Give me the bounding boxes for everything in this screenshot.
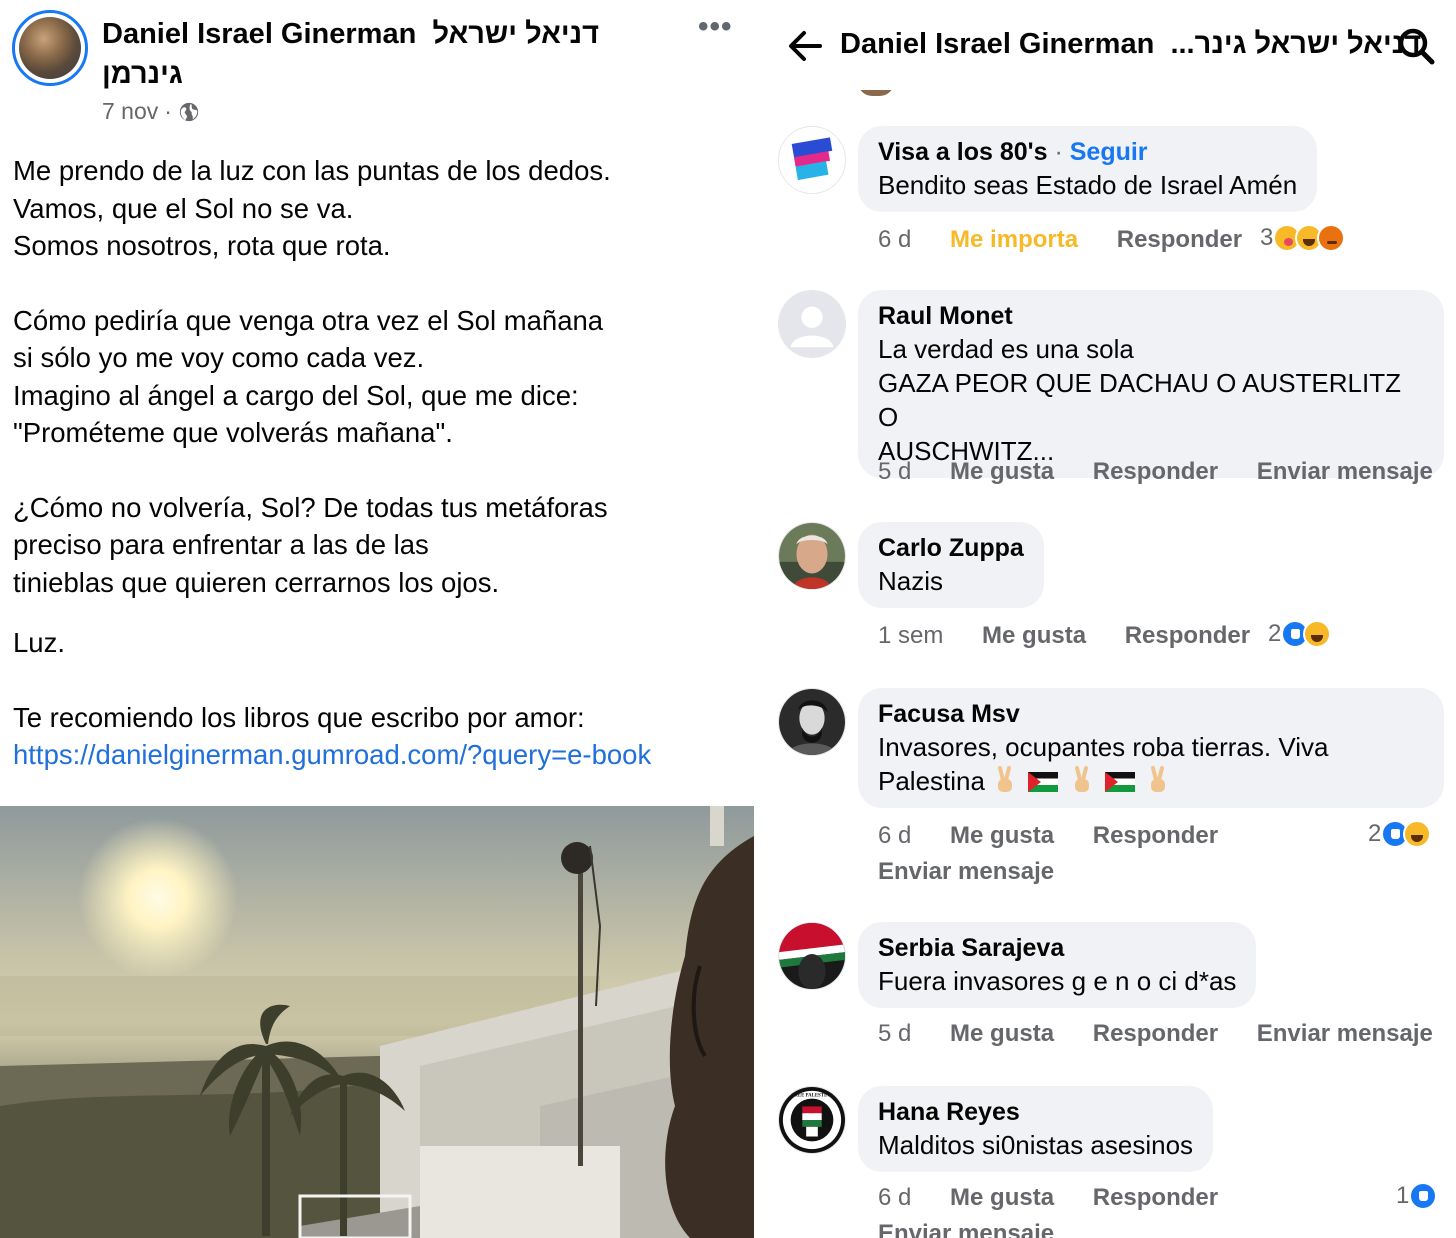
commenter-avatar[interactable] (778, 922, 846, 990)
comment-time[interactable]: 1 sem (878, 622, 943, 650)
comment-text: Fuera invasores g e n o ci d*as (878, 966, 1237, 996)
reaction-summary[interactable]: 1 (1396, 1182, 1438, 1210)
haha-reaction-icon (1303, 620, 1332, 648)
post-body: Me prendo de la luz con las puntas de lo… (13, 152, 743, 774)
comments-panel: Daniel Israel Ginerman דניאל ישראל גינר.… (766, 0, 1456, 1238)
comment-bubble: Serbia Sarajeva Fuera invasores g e n o … (858, 922, 1257, 1008)
comment-actions: 5 d Me gusta Responder Enviar mensaje (878, 1020, 1456, 1048)
arrow-left-icon[interactable] (784, 24, 828, 68)
reply-button[interactable]: Responder (1093, 1020, 1218, 1048)
haha-reaction-icon (1403, 820, 1432, 848)
comment-actions: 6 d Me gusta Responder (878, 1184, 1250, 1212)
like-button[interactable]: Me gusta (982, 622, 1086, 650)
comment-actions-secondary: Enviar mensaje (878, 858, 1086, 886)
reply-button[interactable]: Responder (1117, 226, 1242, 254)
like-button[interactable]: Me gusta (950, 458, 1054, 486)
comment-actions-secondary: Enviar mensaje (878, 1220, 1086, 1238)
reaction-summary[interactable]: 3 (1260, 224, 1346, 252)
commenter-name[interactable]: Hana Reyes (878, 1096, 1193, 1128)
post-date[interactable]: 7 nov (102, 98, 158, 125)
palestine-flag-icon (1104, 772, 1135, 792)
post-link[interactable]: https://danielginerman.gumroad.com/?quer… (13, 736, 743, 774)
post-paragraph: Luz. (13, 627, 65, 658)
header-bar: Daniel Israel Ginerman דניאל ישראל גינר.… (766, 0, 1456, 90)
like-reaction-icon (1409, 1182, 1438, 1210)
comment-text: Nazis (878, 566, 944, 596)
reply-button[interactable]: Responder (1093, 458, 1218, 486)
comment-time[interactable]: 5 d (878, 1020, 911, 1048)
comment-time[interactable]: 5 d (878, 458, 911, 486)
avatar-text: FREE PALESTINE (791, 1094, 832, 1099)
comment-actions: 6 d Me gusta Responder (878, 822, 1250, 850)
comment-bubble: Visa a los 80's · Seguir Bendito seas Es… (858, 126, 1318, 212)
author-avatar[interactable] (12, 10, 88, 86)
like-button[interactable]: Me gusta (950, 822, 1054, 850)
commenter-avatar[interactable] (778, 522, 846, 590)
post-panel: Daniel Israel Ginerman דניאל ישראל גינרמ… (0, 0, 754, 1238)
send-message-button[interactable]: Enviar mensaje (878, 858, 1054, 886)
comment-actions: 6 d Me importa Responder (878, 226, 1274, 254)
like-button[interactable]: Me gusta (950, 1020, 1054, 1048)
comment-text-line: Invasores, ocupantes roba tierras. Viva (878, 732, 1329, 762)
palestine-flag-icon (1028, 772, 1059, 792)
header-title-latin: Daniel Israel Ginerman (840, 28, 1155, 60)
post-author[interactable]: Daniel Israel Ginerman דניאל ישראל גינרמ… (102, 14, 622, 94)
author-name[interactable]: Daniel Israel Ginerman (102, 18, 416, 50)
comment-time[interactable]: 6 d (878, 1184, 911, 1212)
comment-time[interactable]: 6 d (878, 822, 911, 850)
victory-hand-icon (998, 766, 1013, 792)
comment-text: Invasores, ocupantes roba tierras. Viva … (878, 730, 1424, 798)
header-title: Daniel Israel Ginerman דניאל ישראל גינר.… (840, 28, 1421, 61)
comment-bubble: Raul Monet La verdad es una sola GAZA PE… (858, 290, 1444, 478)
reaction-count: 1 (1396, 1182, 1410, 1209)
post-photo[interactable] (0, 806, 754, 1238)
more-options-button[interactable]: ••• (698, 10, 733, 44)
commenter-name[interactable]: Serbia Sarajeva (878, 932, 1236, 964)
reply-button[interactable]: Responder (1125, 622, 1250, 650)
send-message-button[interactable]: Enviar mensaje (878, 1220, 1054, 1238)
send-message-button[interactable]: Enviar mensaje (1257, 1020, 1433, 1048)
reaction-summary[interactable]: 2 (1368, 820, 1432, 848)
post-paragraph: Te recomiendo los libros que escribo por… (13, 701, 585, 733)
post-paragraph: ¿Cómo no volvería, Sol? De todas tus met… (13, 491, 608, 598)
default-avatar-icon[interactable] (778, 290, 846, 358)
comment-text: Bendito seas Estado de Israel Amén (878, 170, 1298, 200)
reply-button[interactable]: Responder (1093, 822, 1218, 850)
comment-text: Malditos si0nistas asesinos (878, 1130, 1194, 1160)
reaction-count: 2 (1268, 620, 1282, 647)
comment-actions: 1 sem Me gusta Responder (878, 622, 1282, 650)
free-palestine-avatar[interactable]: FREE PALESTINE (778, 1086, 846, 1154)
header-title-hebrew: דניאל ישראל גינר... (1170, 28, 1422, 60)
commenter-name[interactable]: Visa a los 80's (878, 138, 1048, 166)
comment-bubble: Facusa Msv Invasores, ocupantes roba tie… (858, 688, 1444, 808)
commenter-name[interactable]: Facusa Msv (878, 698, 1424, 730)
comment-text: La verdad es una sola GAZA PEOR QUE DACH… (878, 334, 1401, 466)
post-paragraph: Me prendo de la luz con las puntas de lo… (13, 155, 611, 261)
post-paragraph: Cómo pediría que venga otra vez el Sol m… (13, 304, 604, 449)
comment-text-line: Palestina (878, 766, 985, 796)
reaction-count: 2 (1368, 820, 1382, 847)
comment-bubble: Hana Reyes Malditos si0nistas asesinos (858, 1086, 1214, 1172)
globe-icon (179, 102, 199, 121)
reaction-summary[interactable]: 2 (1268, 620, 1332, 648)
reply-button[interactable]: Responder (1093, 1184, 1218, 1212)
search-icon[interactable] (1396, 26, 1436, 66)
angry-reaction-icon (1317, 224, 1346, 252)
comment-time[interactable]: 6 d (878, 226, 911, 254)
send-message-button[interactable]: Enviar mensaje (1257, 458, 1433, 486)
victory-hand-icon (1151, 766, 1166, 792)
comment-actions: 5 d Me gusta Responder Enviar mensaje (878, 458, 1456, 486)
post-meta: 7 nov · (102, 98, 200, 125)
commenter-avatar[interactable] (778, 688, 846, 756)
commenter-avatar[interactable] (778, 126, 846, 194)
like-button[interactable]: Me importa (950, 226, 1078, 254)
like-button[interactable]: Me gusta (950, 1184, 1054, 1212)
follow-button[interactable]: Seguir (1070, 138, 1148, 166)
reaction-count: 3 (1260, 224, 1274, 251)
victory-hand-icon (1074, 766, 1089, 792)
commenter-name[interactable]: Carlo Zuppa (878, 532, 1024, 564)
comment-bubble: Carlo Zuppa Nazis (858, 522, 1044, 608)
commenter-name[interactable]: Raul Monet (878, 300, 1424, 332)
meta-separator: · (164, 98, 172, 124)
